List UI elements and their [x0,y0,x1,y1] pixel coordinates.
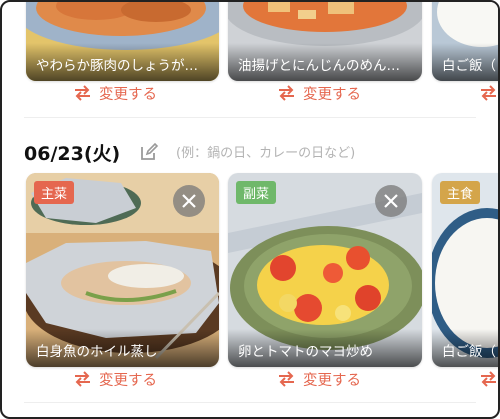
dish-title: 白身魚のホイル蒸し [36,344,158,360]
dish-title: 白ご飯（ [442,58,496,74]
change-label: 変更する [303,86,361,103]
day-date: 06/23(火) [24,143,121,165]
divider [24,117,476,118]
edit-note-icon[interactable] [139,142,159,162]
swap-arrows-icon [279,371,294,387]
dish-title: 油揚げとにんじんのめん… [238,58,400,74]
swap-arrows-icon [75,371,90,387]
dish-card[interactable]: 副菜 卵とトマトのマヨ炒め [228,173,422,367]
change-button[interactable] [480,368,498,390]
change-label: 変更する [99,86,157,103]
category-badge: 副菜 [236,181,277,204]
dish-card[interactable]: やわらか豚肉のしょうが… [26,2,219,81]
swap-arrows-icon [481,85,496,101]
remove-button[interactable] [375,185,407,217]
change-button[interactable]: 変更する [74,82,157,104]
change-button[interactable]: 変更する [278,82,361,104]
swap-arrows-icon [75,85,90,101]
divider [24,402,476,403]
category-badge: 主菜 [34,181,75,204]
dish-title: 卵とトマトのマヨ炒め [238,344,373,360]
dish-title: 白ご飯（ [442,344,496,360]
category-badge: 主食 [440,181,481,204]
dish-card[interactable]: 白ご飯（ [432,2,498,81]
dish-card[interactable]: 主食 白ご飯（ [432,173,498,367]
change-label: 変更する [303,372,361,389]
dish-title: やわらか豚肉のしょうが… [36,58,198,74]
close-icon [182,194,196,208]
swap-arrows-icon [481,371,496,387]
change-button[interactable]: 変更する [278,368,361,390]
memo-placeholder[interactable]: (例：鍋の日、カレーの日など) [176,142,355,161]
dish-card[interactable]: 主菜 白身魚のホイル蒸し [26,173,219,367]
menu-screen: やわらか豚肉のしょうが… 油揚げとにんじんのめん… 白ご飯（ 変更する 変更する… [0,0,500,419]
dish-card[interactable]: 油揚げとにんじんのめん… [228,2,422,81]
close-icon [384,194,398,208]
change-button[interactable]: 変更する [74,368,157,390]
remove-button[interactable] [173,185,205,217]
change-label: 変更する [99,372,157,389]
swap-arrows-icon [279,85,294,101]
change-button[interactable] [480,82,498,104]
